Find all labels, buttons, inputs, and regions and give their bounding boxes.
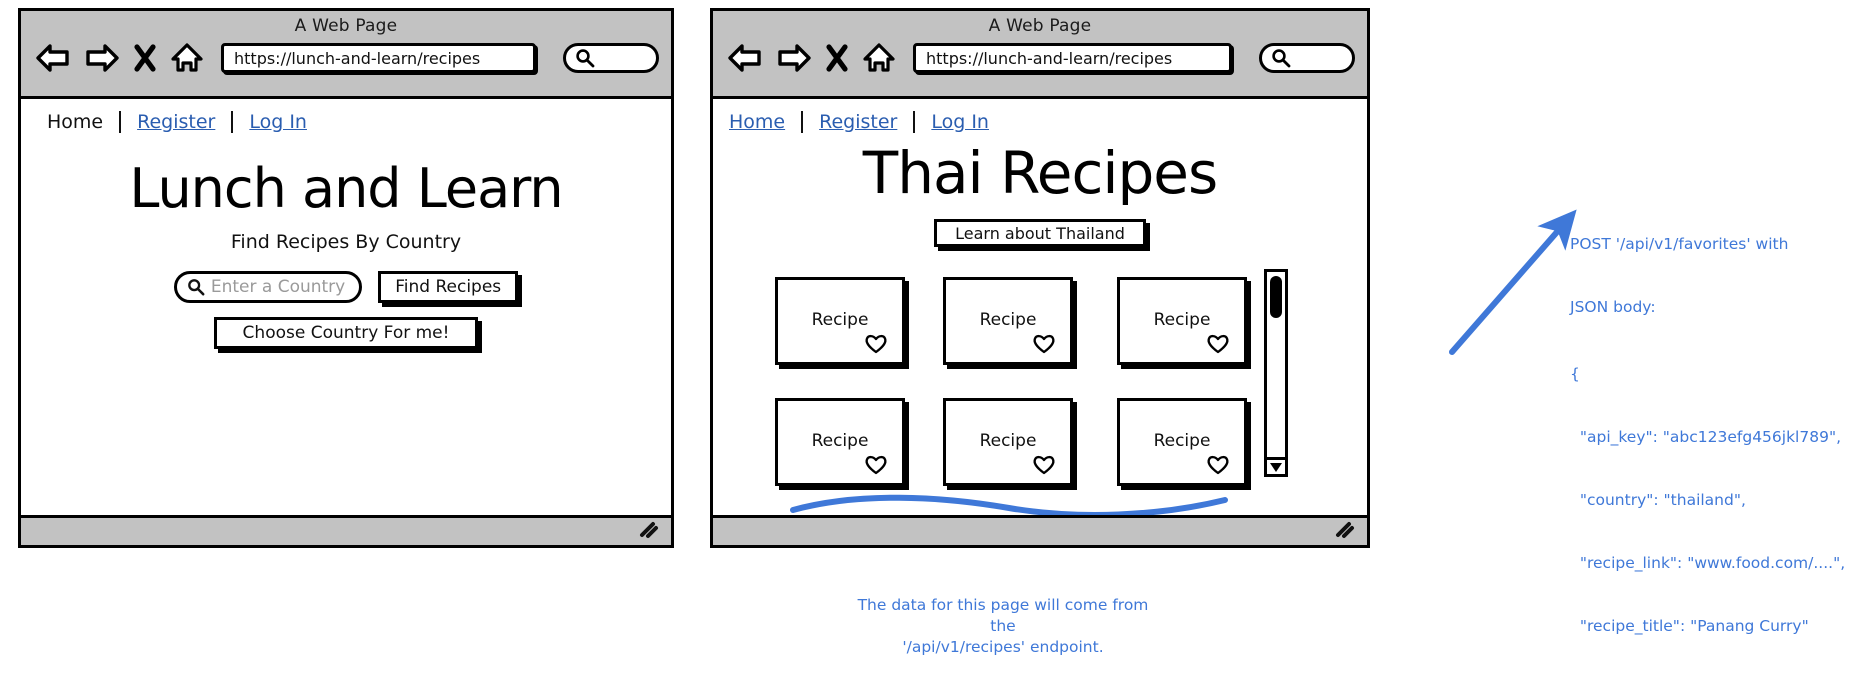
- wireframe-canvas: A Web Page https://lunch-and-learn/recip…: [0, 0, 1876, 676]
- annotation-line: The data for this page will come from th…: [857, 596, 1149, 635]
- site-nav-left: Home Register Log In: [45, 111, 309, 133]
- window-title-right: A Web Page: [988, 16, 1092, 36]
- browser-toolbar-right: https://lunch-and-learn/recipes: [727, 41, 1355, 75]
- heart-icon[interactable]: [1206, 454, 1230, 475]
- resize-grip-icon[interactable]: [1333, 521, 1355, 539]
- choose-country-row: Choose Country For me!: [21, 317, 671, 349]
- browser-toolbar-left: https://lunch-and-learn/recipes: [35, 41, 659, 75]
- recipe-card-label: Recipe: [979, 431, 1037, 451]
- recipe-card[interactable]: Recipe: [775, 398, 905, 486]
- close-x-icon[interactable]: [825, 42, 849, 74]
- nav-divider: [801, 111, 804, 133]
- page-subtitle-left: Find Recipes By Country: [230, 231, 462, 253]
- recipe-card-label: Recipe: [1153, 310, 1211, 330]
- annotation-arrow: [1449, 209, 1577, 355]
- heart-icon[interactable]: [1032, 333, 1056, 354]
- recipe-card-label: Recipe: [811, 431, 869, 451]
- window-title-left: A Web Page: [294, 16, 398, 36]
- find-recipes-button[interactable]: Find Recipes: [378, 271, 519, 303]
- country-search-placeholder: Enter a Country: [210, 277, 346, 297]
- heart-icon[interactable]: [864, 454, 888, 475]
- close-x-icon[interactable]: [133, 42, 157, 74]
- recipe-card[interactable]: Recipe: [943, 398, 1073, 486]
- country-search-input[interactable]: Enter a Country: [173, 271, 363, 303]
- annotation-line: JSON body:: [1570, 298, 1656, 316]
- nav-link-home-left[interactable]: Home: [45, 111, 105, 133]
- status-bar-right: [713, 515, 1367, 545]
- nav-divider: [119, 111, 122, 133]
- page-title-left: Lunch and Learn: [129, 157, 563, 220]
- recipe-card[interactable]: Recipe: [1117, 277, 1247, 365]
- recipe-card[interactable]: Recipe: [1117, 398, 1247, 486]
- resize-grip-icon[interactable]: [637, 521, 659, 539]
- heart-icon[interactable]: [1032, 454, 1056, 475]
- browser-search-box-left[interactable]: [563, 43, 659, 73]
- nav-link-register-left[interactable]: Register: [135, 111, 217, 133]
- recipe-card-label: Recipe: [979, 310, 1037, 330]
- search-controls-row: Enter a Country Find Recipes: [21, 271, 671, 303]
- annotation-line: "country": "thailand",: [1570, 491, 1746, 509]
- nav-link-home-right[interactable]: Home: [727, 111, 787, 133]
- url-input-left[interactable]: https://lunch-and-learn/recipes: [221, 43, 536, 73]
- home-icon[interactable]: [862, 41, 896, 75]
- page-content-right: Home Register Log In Thai Recipes Learn …: [713, 99, 1367, 545]
- scroll-down-arrow-icon[interactable]: [1267, 457, 1285, 474]
- annotation-line: POST '/api/v1/favorites' with: [1570, 235, 1789, 253]
- url-input-right[interactable]: https://lunch-and-learn/recipes: [913, 43, 1232, 73]
- browser-window-thai-recipes: A Web Page https://lunch-and-learn/recip…: [710, 8, 1370, 548]
- back-arrow-icon[interactable]: [35, 41, 71, 75]
- search-icon: [188, 279, 205, 296]
- browser-window-home: A Web Page https://lunch-and-learn/recip…: [18, 8, 674, 548]
- nav-divider: [913, 111, 916, 133]
- heart-icon[interactable]: [1206, 333, 1230, 354]
- recipe-card-label: Recipe: [1153, 431, 1211, 451]
- back-arrow-icon[interactable]: [727, 41, 763, 75]
- nav-link-login-left[interactable]: Log In: [247, 111, 309, 133]
- title-bar-left: A Web Page https://lunch-and-learn/recip…: [21, 11, 671, 99]
- nav-link-register-right[interactable]: Register: [817, 111, 899, 133]
- annotation-line: "recipe_link": "www.food.com/....",: [1570, 554, 1846, 572]
- title-bar-right: A Web Page https://lunch-and-learn/recip…: [713, 11, 1367, 99]
- search-icon: [576, 49, 595, 68]
- learn-row: Learn about Thailand: [713, 219, 1367, 247]
- home-icon[interactable]: [170, 41, 204, 75]
- forward-arrow-icon[interactable]: [776, 41, 812, 75]
- vertical-scrollbar[interactable]: [1264, 269, 1288, 477]
- search-icon: [1272, 49, 1291, 68]
- site-nav-right: Home Register Log In: [727, 111, 991, 133]
- nav-link-login-right[interactable]: Log In: [929, 111, 991, 133]
- forward-arrow-icon[interactable]: [84, 41, 120, 75]
- nav-divider: [231, 111, 234, 133]
- annotation-line: {: [1570, 365, 1580, 383]
- heart-icon[interactable]: [864, 333, 888, 354]
- choose-country-button[interactable]: Choose Country For me!: [213, 317, 479, 349]
- annotation-line: "api_key": "abc123efg456jkl789",: [1570, 428, 1842, 446]
- learn-about-thailand-button[interactable]: Learn about Thailand: [934, 219, 1146, 247]
- recipes-endpoint-annotation: The data for this page will come from th…: [848, 595, 1158, 658]
- recipe-card[interactable]: Recipe: [943, 277, 1073, 365]
- scrollbar-thumb[interactable]: [1270, 276, 1282, 318]
- status-bar-left: [21, 515, 671, 545]
- page-content-left: Home Register Log In Lunch and Learn Fin…: [21, 99, 671, 545]
- recipe-card-label: Recipe: [811, 310, 869, 330]
- annotation-line: '/api/v1/recipes' endpoint.: [902, 638, 1104, 656]
- page-title-right: Thai Recipes: [862, 139, 1218, 207]
- favorites-endpoint-annotation: POST '/api/v1/favorites' with JSON body:…: [1570, 192, 1845, 676]
- recipe-card[interactable]: Recipe: [775, 277, 905, 365]
- annotation-line: "recipe_title": "Panang Curry": [1570, 617, 1809, 635]
- browser-search-box-right[interactable]: [1259, 43, 1355, 73]
